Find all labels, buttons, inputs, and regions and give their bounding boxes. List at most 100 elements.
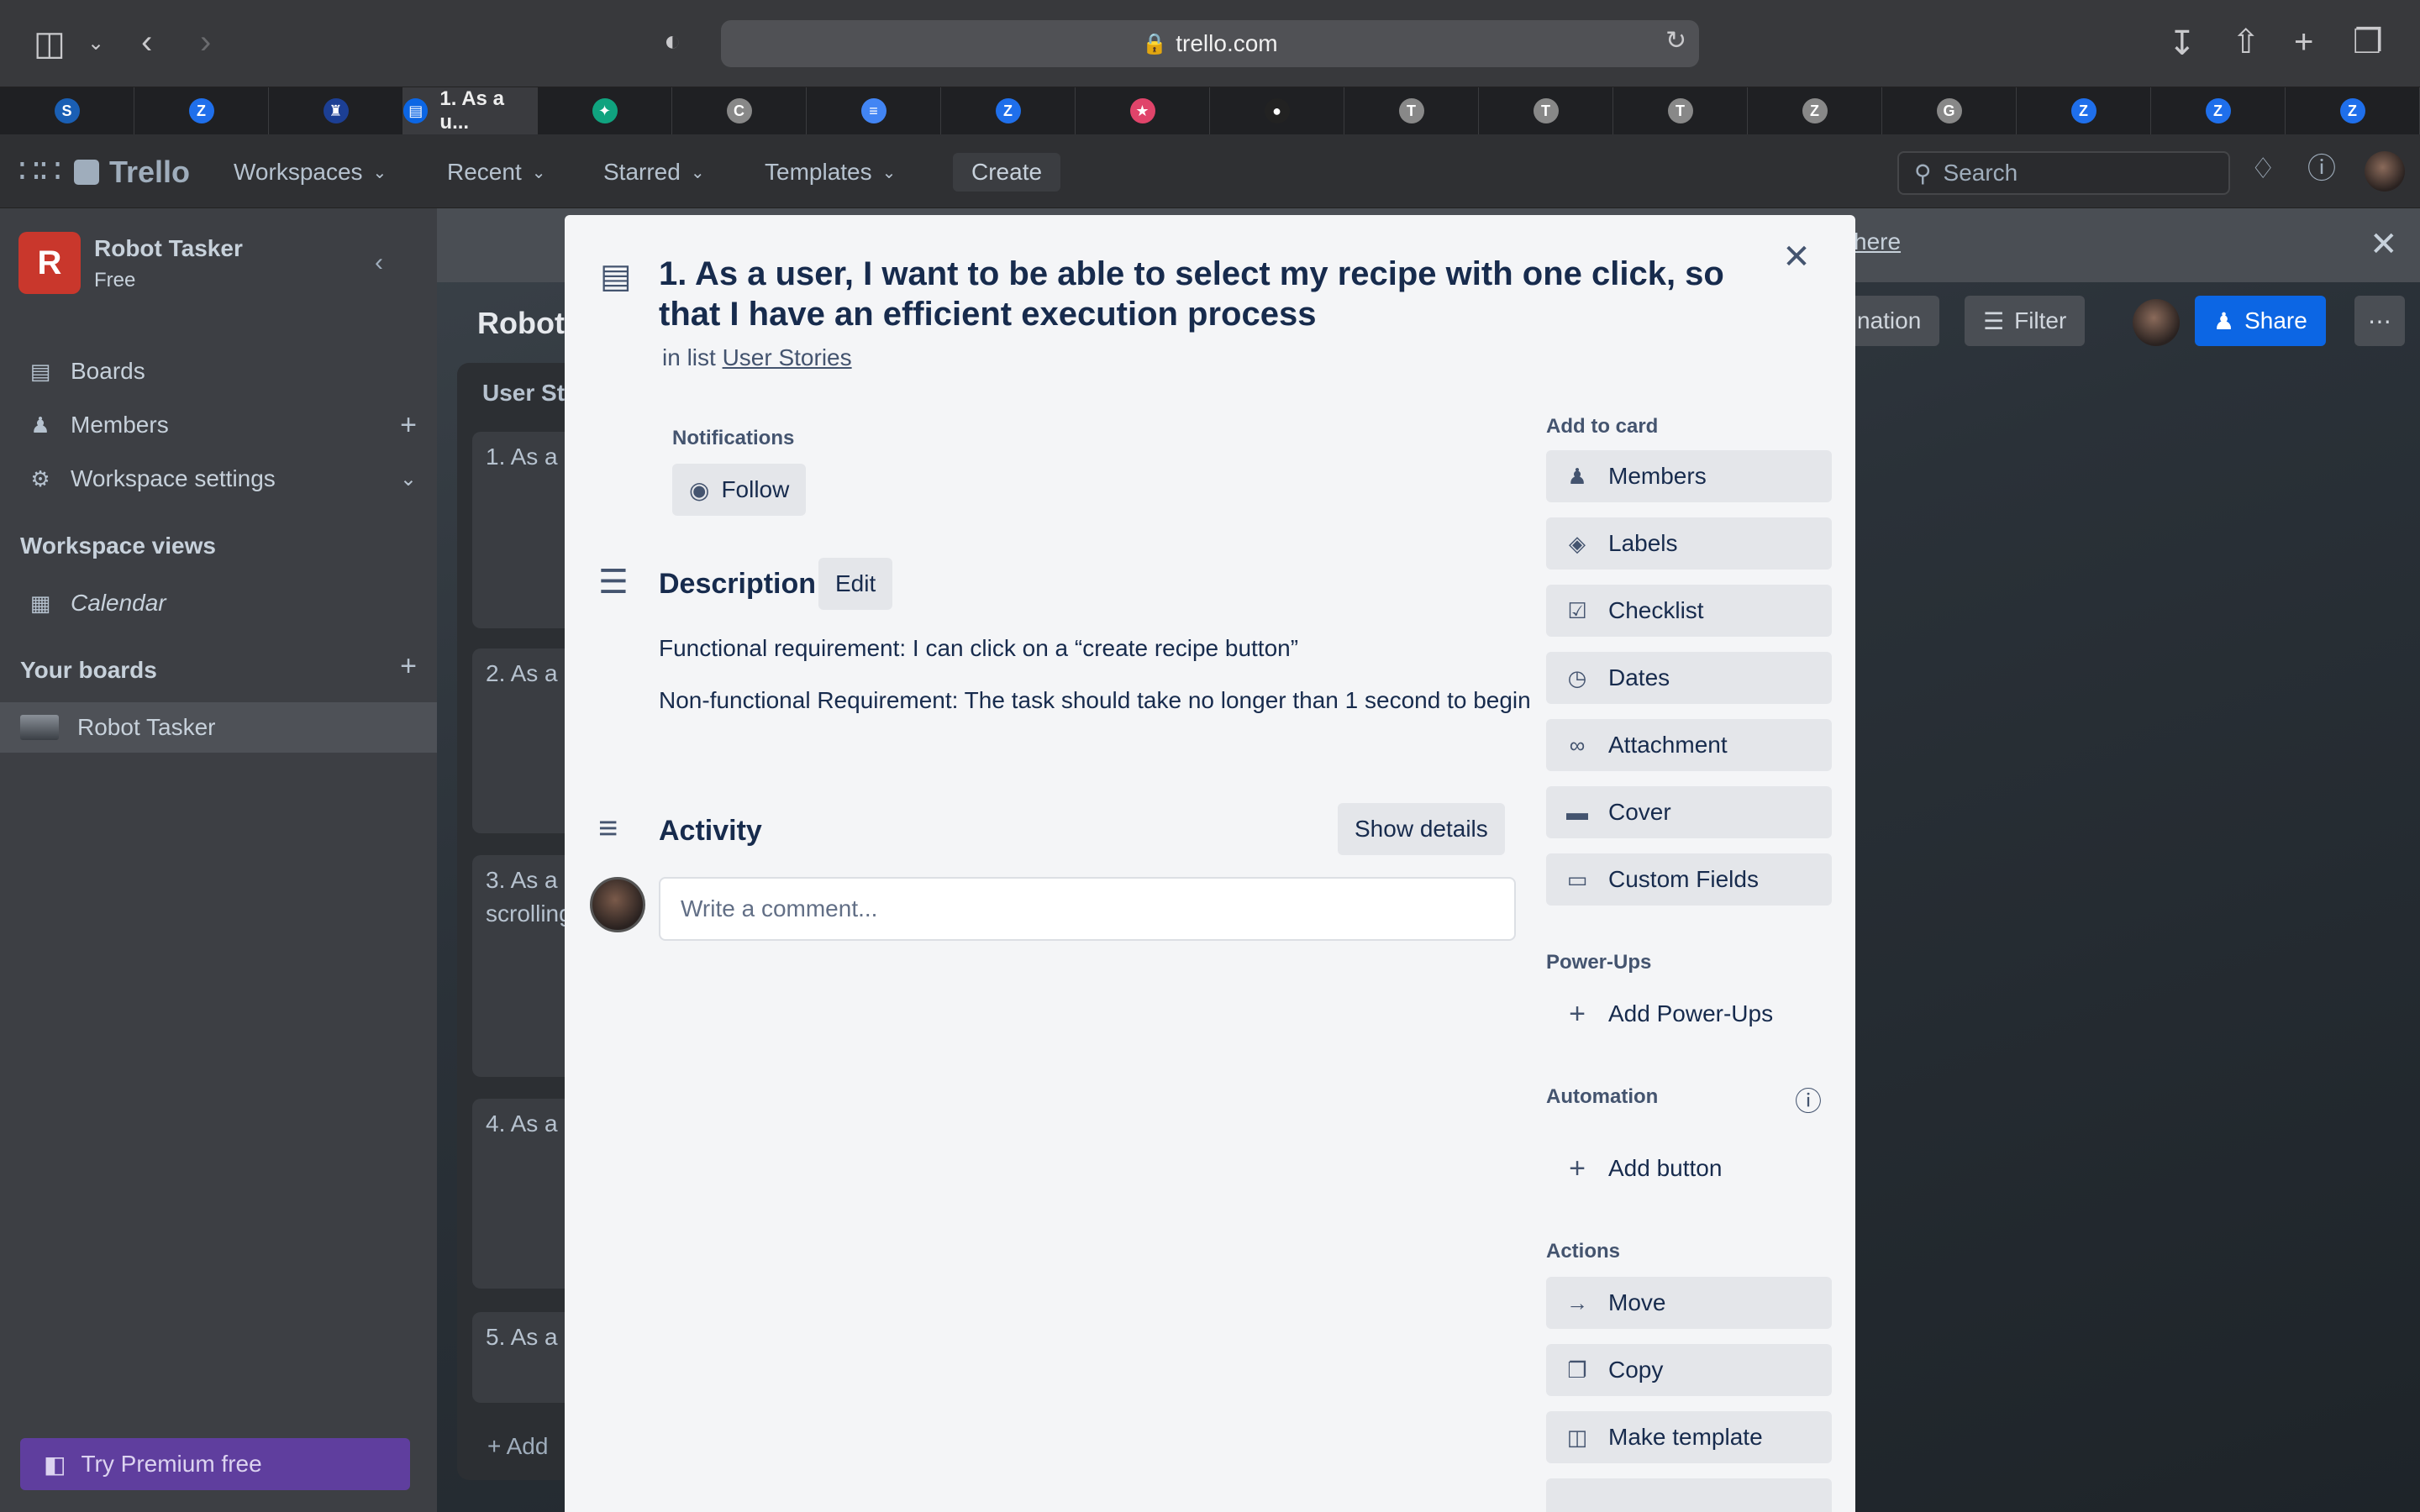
create-button[interactable]: Create — [953, 153, 1061, 192]
notifications-icon[interactable]: ♢ — [2250, 155, 2275, 183]
board-thumbnail — [20, 715, 59, 740]
address-bar[interactable]: 🔒 trello.com — [721, 20, 1699, 67]
browser-tab[interactable]: Z — [134, 87, 269, 134]
sidebar-toggle-icon[interactable]: ◫ — [34, 27, 66, 60]
browser-tab[interactable]: ≡ — [807, 87, 941, 134]
checklist-button[interactable]: ☑ Checklist — [1546, 585, 1832, 637]
collapse-sidebar-icon[interactable]: ‹ — [375, 250, 383, 276]
comment-input[interactable]: Write a comment... — [659, 877, 1516, 941]
browser-tab[interactable]: S — [0, 87, 134, 134]
sidebar-item-boards[interactable]: ▤ Boards — [0, 346, 437, 396]
forward-icon: › — [200, 24, 212, 60]
sidebar-item-workspace-settings[interactable]: ⚙ Workspace settings ⌄ — [0, 454, 437, 504]
board-icon: ▤ — [29, 358, 51, 384]
tab-favicon-icon: Z — [2339, 98, 2365, 123]
chevron-down-icon[interactable]: ⌄ — [87, 34, 104, 54]
browser-tab[interactable]: ✦ — [538, 87, 672, 134]
search-input[interactable]: ⚲ Search — [1897, 151, 2230, 195]
browser-tab[interactable]: Z — [2151, 87, 2286, 134]
help-icon[interactable]: ⓘ — [2307, 155, 2336, 183]
search-icon: ⚲ — [1914, 160, 1932, 186]
browser-tab[interactable]: ▤ 1. As a u... — [403, 87, 538, 134]
cover-icon: ▬ — [1566, 799, 1588, 825]
actions-label: Actions — [1546, 1240, 1621, 1263]
add-button-button[interactable]: + Add button — [1546, 1142, 1832, 1194]
banner-link[interactable]: here — [1854, 228, 1901, 255]
share-button[interactable]: ♟ Share — [2195, 296, 2326, 346]
templates-menu[interactable]: Templates ⌄ — [755, 153, 906, 192]
tab-favicon-icon: Z — [188, 98, 214, 123]
info-icon[interactable]: ⓘ — [1795, 1080, 1822, 1119]
browser-toolbar: ◫ ⌄ ‹ › ◐ 🔒 trello.com ↻ ↧ ⇧ + ❐ — [0, 0, 2420, 87]
add-member-icon[interactable]: + — [400, 409, 417, 442]
members-button[interactable]: ♟ Members — [1546, 450, 1832, 502]
chevron-down-icon: ⌄ — [690, 163, 705, 182]
privacy-shield-icon[interactable]: ◐ — [664, 27, 681, 55]
browser-tab[interactable]: Z — [2017, 87, 2151, 134]
sidebar-item-members[interactable]: ♟ Members + — [0, 400, 437, 450]
tab-favicon-icon: S — [54, 98, 80, 123]
browser-tab[interactable]: Z — [1748, 87, 1882, 134]
copy-button[interactable]: ❐ Copy — [1546, 1344, 1832, 1396]
eye-icon: ◉ — [689, 476, 710, 503]
browser-tab[interactable]: Z — [2286, 87, 2420, 134]
browser-tab[interactable]: G — [1882, 87, 2017, 134]
browser-tab[interactable]: C — [672, 87, 807, 134]
more-actions-button[interactable] — [1546, 1478, 1832, 1512]
list-link[interactable]: User Stories — [723, 344, 852, 370]
chevron-down-icon: ⌄ — [399, 467, 417, 491]
starred-menu[interactable]: Starred ⌄ — [593, 153, 715, 192]
custom-fields-button[interactable]: ▭ Custom Fields — [1546, 853, 1832, 906]
workspace-views-heading: Workspace views — [20, 533, 216, 559]
workspaces-menu[interactable]: Workspaces ⌄ — [224, 153, 397, 192]
edit-description-button[interactable]: Edit — [818, 558, 893, 610]
sidebar-item-calendar[interactable]: ▦ Calendar — [0, 578, 437, 628]
new-tab-icon[interactable]: + — [2294, 25, 2313, 59]
tab-overview-icon[interactable]: ❐ — [2353, 25, 2383, 59]
download-icon[interactable]: ↧ — [2168, 27, 2196, 60]
sidebar-item-board[interactable]: Robot Tasker — [0, 702, 437, 753]
browser-tab[interactable]: T — [1613, 87, 1748, 134]
more-icon: ⋯ — [2368, 307, 2391, 334]
add-power-ups-button[interactable]: + Add Power-Ups — [1546, 988, 1832, 1040]
recent-menu[interactable]: Recent ⌄ — [437, 153, 555, 192]
app-switcher-icon[interactable]: ∷∷ — [18, 155, 61, 188]
back-icon[interactable]: ‹ — [141, 25, 152, 59]
show-details-button[interactable]: Show details — [1338, 803, 1505, 855]
person-icon: ♟ — [1567, 463, 1587, 489]
browser-tab[interactable]: ♜ — [269, 87, 403, 134]
activity-heading: Activity — [659, 815, 762, 847]
close-banner-icon[interactable]: ✕ — [2370, 225, 2398, 264]
move-button[interactable]: → Move — [1546, 1277, 1832, 1329]
filter-button[interactable]: ☰ Filter — [1965, 296, 2086, 346]
description-icon: ☰ — [598, 564, 629, 601]
share-icon[interactable]: ⇧ — [2232, 25, 2260, 59]
trello-logo[interactable]: Trello — [64, 153, 200, 192]
labels-button[interactable]: ◈ Labels — [1546, 517, 1832, 570]
attachment-button[interactable]: ∞ Attachment — [1546, 719, 1832, 771]
browser-tab[interactable]: T — [1344, 87, 1479, 134]
try-premium-button[interactable]: ◧ Try Premium free — [20, 1438, 410, 1490]
arrow-right-icon: → — [1566, 1289, 1588, 1315]
dates-button[interactable]: ◷ Dates — [1546, 652, 1832, 704]
cover-button[interactable]: ▬ Cover — [1546, 786, 1832, 838]
make-template-button[interactable]: ◫ Make template — [1546, 1411, 1832, 1463]
card-title[interactable]: 1. As a user, I want to be able to selec… — [659, 254, 1768, 334]
activity-icon: ≡ — [598, 810, 618, 847]
browser-tab[interactable]: Z — [941, 87, 1076, 134]
board-title[interactable]: Robot — [477, 306, 565, 341]
reload-icon[interactable]: ↻ — [1665, 29, 1686, 54]
account-avatar[interactable] — [2365, 151, 2405, 192]
browser-tab[interactable]: T — [1479, 87, 1613, 134]
add-board-icon[interactable]: + — [400, 650, 417, 683]
browser-tab[interactable]: ★ — [1076, 87, 1210, 134]
board-menu-button[interactable]: ⋯ — [2354, 296, 2405, 346]
description-heading: Description — [659, 568, 817, 600]
add-card-button[interactable]: + Add — [487, 1433, 548, 1460]
tag-icon: ◈ — [1569, 530, 1586, 556]
follow-button[interactable]: ◉ Follow — [672, 464, 807, 516]
board-member-avatar[interactable] — [2133, 299, 2180, 346]
close-icon[interactable]: ✕ — [1773, 234, 1820, 281]
browser-tab[interactable]: ● — [1210, 87, 1344, 134]
list-title[interactable]: User St — [482, 380, 565, 407]
